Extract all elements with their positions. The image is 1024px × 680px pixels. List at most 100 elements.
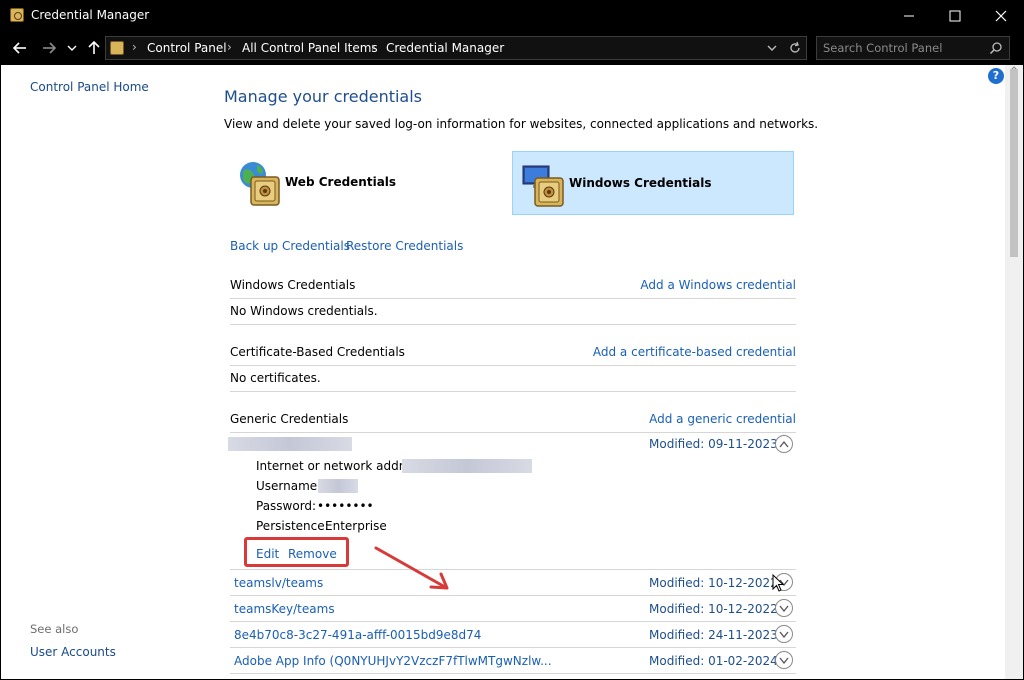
up-arrow-icon — [88, 40, 100, 54]
forward-arrow-icon — [43, 42, 57, 54]
chevron-down-icon — [779, 657, 789, 664]
forward-button[interactable] — [40, 39, 58, 57]
address-bar[interactable]: › Control Panel › All Control Panel Item… — [105, 36, 807, 60]
add-windows-credential-link[interactable]: Add a Windows credential — [640, 278, 796, 292]
username-label: Username: — [256, 479, 322, 493]
breadcrumb-separator: › — [371, 40, 376, 54]
chevron-down-icon — [67, 45, 77, 51]
modified-date: Modified: 09-11-2023 — [649, 437, 778, 451]
page-description: View and delete your saved log-on inform… — [224, 117, 819, 131]
windows-credentials-section: Windows Credentials Add a Windows creden… — [230, 278, 796, 328]
web-credentials-tile[interactable]: Web Credentials — [229, 151, 511, 215]
content-area: Control Panel Home See also User Account… — [1, 65, 1023, 679]
breadcrumb-credential-manager[interactable]: Credential Manager — [386, 41, 504, 55]
page-title: Manage your credentials — [224, 87, 423, 106]
windows-credentials-tile[interactable]: Windows Credentials — [512, 151, 794, 215]
control-panel-icon — [110, 41, 124, 55]
credential-name[interactable]: teamsKey/teams — [234, 602, 335, 616]
chevron-down-icon — [779, 631, 789, 638]
see-also-heading: See also — [30, 622, 79, 636]
address-dropdown-button[interactable] — [766, 41, 778, 58]
back-button[interactable] — [11, 39, 29, 57]
divider — [230, 298, 796, 299]
section-title: Windows Credentials — [230, 278, 356, 292]
edit-link[interactable]: Edit — [256, 547, 279, 561]
scrollbar-thumb[interactable] — [1010, 69, 1018, 257]
left-pane: Control Panel Home See also User Account… — [1, 65, 211, 679]
credential-row[interactable]: teamsKey/teams Modified: 10-12-2022 — [230, 596, 796, 622]
expanded-credential: Modified: 09-11-2023 Internet or network… — [228, 435, 796, 570]
back-arrow-icon — [12, 42, 26, 54]
divider — [230, 324, 796, 325]
modified-date: Modified: 10-12-2022 — [649, 576, 778, 590]
empty-message: No Windows credentials. — [230, 304, 378, 318]
control-panel-home-link[interactable]: Control Panel Home — [30, 80, 149, 94]
username-value-redacted — [318, 479, 358, 493]
chevron-down-icon — [779, 605, 789, 612]
search-icon[interactable] — [989, 41, 1003, 58]
expand-button[interactable] — [775, 599, 793, 617]
maximize-button[interactable] — [932, 0, 978, 31]
credential-row[interactable]: Adobe App Info (Q0NYUHJvY2VzczF7fTlwMTgw… — [230, 648, 796, 674]
credential-name-redacted[interactable] — [228, 437, 352, 451]
window-title: Credential Manager — [31, 8, 150, 22]
persistence-value: Enterprise — [325, 519, 387, 533]
address-toolbar: › Control Panel › All Control Panel Item… — [0, 31, 1024, 65]
divider — [230, 391, 796, 392]
collapse-button[interactable] — [775, 435, 793, 453]
vertical-scrollbar[interactable] — [1005, 65, 1023, 679]
divider — [230, 365, 796, 366]
credential-row[interactable]: 8e4b70c8-3c27-491a-afff-0015bd9e8d74 Mod… — [230, 622, 796, 648]
expand-button[interactable] — [775, 651, 793, 669]
main-pane: ? Manage your credentials View and delet… — [211, 65, 1005, 679]
close-button[interactable] — [978, 0, 1024, 31]
up-button[interactable] — [85, 39, 103, 57]
add-certificate-credential-link[interactable]: Add a certificate-based credential — [593, 345, 796, 359]
breadcrumb-all-items[interactable]: All Control Panel Items — [242, 41, 378, 55]
web-credentials-icon — [240, 162, 280, 206]
generic-credentials-section: Generic Credentials Add a generic creden… — [230, 412, 796, 434]
address-value-redacted — [402, 459, 532, 473]
divider — [230, 673, 796, 674]
certificate-credentials-section: Certificate-Based Credentials Add a cert… — [230, 345, 796, 395]
windows-credentials-label: Windows Credentials — [569, 176, 712, 190]
mouse-cursor-icon — [772, 574, 785, 592]
credential-name[interactable]: 8e4b70c8-3c27-491a-afff-0015bd9e8d74 — [234, 628, 481, 642]
web-credentials-label: Web Credentials — [285, 175, 397, 189]
credential-manager-app-icon — [10, 8, 24, 22]
search-box[interactable] — [816, 36, 1010, 60]
credential-name[interactable]: Adobe App Info (Q0NYUHJvY2VzczF7fTlwMTgw… — [234, 654, 552, 668]
restore-credentials-link[interactable]: Restore Credentials — [346, 239, 463, 253]
modified-date: Modified: 01-02-2024 — [649, 654, 778, 668]
remove-link[interactable]: Remove — [288, 547, 337, 561]
recent-locations-button[interactable] — [66, 39, 78, 57]
backup-credentials-link[interactable]: Back up Credentials — [230, 239, 350, 253]
chevron-down-icon — [767, 45, 777, 51]
chevron-up-icon — [779, 440, 789, 448]
breadcrumb-control-panel[interactable]: Control Panel — [147, 41, 227, 55]
minimize-button[interactable] — [886, 0, 932, 31]
password-label: Password: — [256, 499, 317, 513]
modified-date: Modified: 10-12-2022 — [649, 602, 778, 616]
credential-row[interactable]: teamslv/teams Modified: 10-12-2022 — [230, 570, 796, 596]
persistence-label: Persistence: — [256, 519, 329, 533]
help-icon[interactable]: ? — [988, 68, 1004, 84]
add-generic-credential-link[interactable]: Add a generic credential — [649, 412, 796, 426]
windows-credentials-icon — [522, 165, 564, 207]
title-bar: Credential Manager — [0, 0, 1024, 31]
section-title: Generic Credentials — [230, 412, 349, 426]
refresh-button[interactable] — [788, 41, 802, 58]
expand-button[interactable] — [775, 625, 793, 643]
minimize-icon — [904, 15, 914, 17]
user-accounts-link[interactable]: User Accounts — [30, 645, 116, 659]
annotation-arrow-icon — [374, 546, 449, 590]
empty-message: No certificates. — [230, 371, 321, 385]
password-value: •••••••• — [317, 499, 374, 513]
search-input[interactable] — [823, 40, 983, 56]
section-title: Certificate-Based Credentials — [230, 345, 405, 359]
refresh-icon — [790, 41, 800, 53]
divider — [230, 432, 796, 433]
credential-name[interactable]: teamslv/teams — [234, 576, 323, 590]
breadcrumb-separator: › — [132, 40, 137, 54]
breadcrumb-separator: › — [227, 40, 232, 54]
